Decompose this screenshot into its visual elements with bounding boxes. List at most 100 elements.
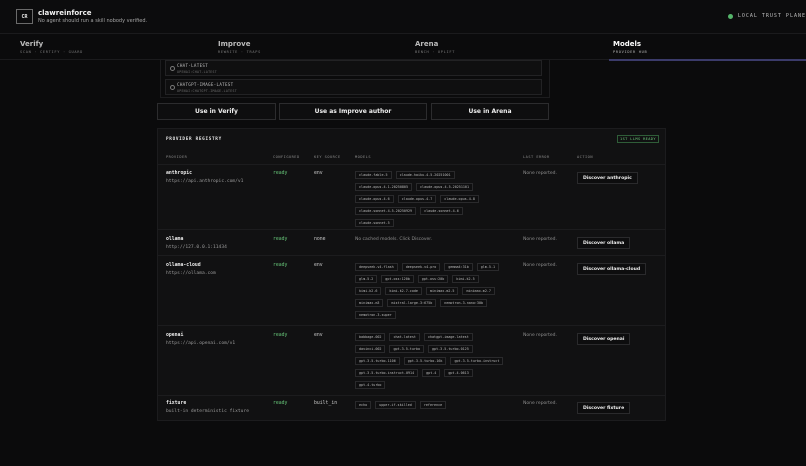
discover-anthropic-button[interactable]: Discover anthropic: [577, 172, 638, 184]
tab-title: Models: [613, 40, 642, 48]
model-chip: gpt-oss:20b: [417, 275, 449, 283]
model-chip: gpt-4: [422, 369, 441, 377]
model-chip: echo: [355, 401, 372, 409]
last-error: None reported.: [523, 401, 557, 406]
column-header: ACTION: [577, 155, 593, 159]
model-chip: gpt-oss:120b: [381, 275, 414, 283]
tab-subtitle: BENCH · UPLIFT: [415, 50, 456, 54]
key-source: built_in: [314, 401, 338, 406]
discover-fixture-button[interactable]: Discover fixture: [577, 402, 631, 414]
tab-subtitle: REWRITE · TRAPS: [218, 50, 261, 54]
divider: [158, 164, 665, 165]
tab-models[interactable]: Models PROVIDER HUB: [613, 35, 647, 60]
app-tagline: No agent should run a skill nobody verif…: [38, 18, 148, 24]
model-option-id: OPENAI:CHATGPT-IMAGE-LATEST: [177, 89, 237, 93]
model-chip: claude-opus-4-7: [397, 195, 437, 203]
use-as-improve-author-button[interactable]: Use as Improve author: [279, 103, 427, 120]
configured-status: ready: [273, 263, 288, 268]
model-chip: davinci-002: [355, 345, 386, 353]
model-chip: nemotron-3-nano:30b: [440, 299, 488, 307]
model-chips: babbage-002 chat-latest chatgpt-image-late…: [355, 333, 505, 389]
model-chip: nemotron-3-super: [355, 311, 396, 319]
column-header: MODELS: [355, 155, 371, 159]
model-chip: glm-5.1: [476, 263, 500, 271]
model-chip: claude-sonnet-4-5-20250929: [355, 207, 417, 215]
registry-title: PROVIDER REGISTRY: [166, 137, 222, 142]
model-chips: deepseek-v4-flash deepseek-v4-pro gemma4:3…: [355, 263, 505, 319]
model-chip: claude-opus-4-5-20251101: [416, 183, 473, 191]
key-source: none: [314, 237, 326, 242]
model-option[interactable]: CHAT-LATEST OPENAI:CHAT-LATEST: [165, 60, 542, 76]
radio-icon[interactable]: [170, 85, 175, 90]
model-chip: claude-opus-4-6: [355, 195, 394, 203]
model-chip: gpt-3.5-turbo: [389, 345, 425, 353]
model-chip: gpt-3.5-turbo-instruct-0914: [355, 369, 419, 377]
column-header: KEY SOURCE: [314, 155, 341, 159]
discover-ollama-button[interactable]: Discover ollama: [577, 237, 631, 249]
divider: [158, 395, 665, 396]
last-error: None reported.: [523, 263, 557, 268]
app-logo: CR: [16, 9, 33, 24]
model-chip: babbage-002: [355, 333, 386, 341]
tab-title: Improve: [218, 40, 251, 48]
provider-name: fixture: [166, 401, 187, 406]
model-chip: gemma4:31b: [444, 263, 473, 271]
divider: [158, 325, 665, 326]
radio-icon[interactable]: [170, 66, 175, 71]
key-source: env: [314, 263, 323, 268]
tab-subtitle: SCAN · CERTIFY · GUARD: [20, 50, 83, 54]
column-header: LAST ERROR: [523, 155, 550, 159]
configured-status: ready: [273, 237, 288, 242]
model-chip: claude-sonnet-4-6: [420, 207, 463, 215]
model-chip: glm-5.2: [355, 275, 378, 283]
last-error: None reported.: [523, 171, 557, 176]
model-option[interactable]: CHATGPT-IMAGE-LATEST OPENAI:CHATGPT-IMAG…: [165, 79, 542, 95]
divider: [158, 255, 665, 256]
main-nav: Verify SCAN · CERTIFY · GUARD Improve RE…: [0, 35, 806, 61]
provider-url: https://api.anthropic.com/v1: [166, 179, 244, 184]
discover-ollama-cloud-button[interactable]: Discover ollama-cloud: [577, 263, 647, 275]
model-chip: kimi-k2.5: [452, 275, 479, 283]
trust-indicator: LOCAL TRUST PLANE: [727, 13, 806, 19]
use-in-arena-button[interactable]: Use in Arena: [431, 103, 549, 120]
model-chip: minimax-m2.7: [462, 287, 495, 295]
model-chip: deepseek-v4-pro: [401, 263, 441, 271]
model-chip: chat-latest: [389, 333, 420, 341]
model-option-name: CHATGPT-IMAGE-LATEST: [177, 82, 234, 87]
status-dot-icon: [727, 13, 733, 19]
model-chip: claude-opus-4-8: [440, 195, 479, 203]
model-chip: gpt-3.5-turbo-1106: [355, 357, 400, 365]
use-in-verify-button[interactable]: Use in Verify: [157, 103, 276, 120]
model-chip: gpt-3.5-turbo-instruct: [450, 357, 504, 365]
model-chip: deepseek-v4-flash: [355, 263, 398, 271]
provider-url: http://127.0.0.1:11434: [166, 245, 227, 250]
provider-registry: PROVIDER REGISTRY 1ST LLMS READY PROVIDE…: [157, 128, 666, 421]
configured-status: ready: [273, 333, 288, 338]
model-chip: minimax-m3: [355, 299, 384, 307]
model-chip: claude-haiku-4-5-20251001: [395, 171, 455, 179]
provider-name: openai: [166, 333, 184, 338]
tab-improve[interactable]: Improve REWRITE · TRAPS: [218, 35, 261, 60]
discover-openai-button[interactable]: Discover openai: [577, 333, 631, 345]
configured-status: ready: [273, 171, 288, 176]
status-badge: 1ST LLMS READY: [617, 135, 659, 143]
column-header: CONFIGURED: [273, 155, 300, 159]
model-chip: claude-fable-5: [355, 171, 392, 179]
tab-verify[interactable]: Verify SCAN · CERTIFY · GUARD: [20, 35, 83, 60]
model-chip: gpt-4-0613: [444, 369, 473, 377]
provider-name: anthropic: [166, 171, 192, 176]
tab-title: Verify: [20, 40, 44, 48]
model-chips: claude-fable-5 claude-haiku-4-5-20251001 c…: [355, 171, 505, 227]
provider-name: ollama: [166, 237, 184, 242]
tab-arena[interactable]: Arena BENCH · UPLIFT: [415, 35, 455, 60]
app-title: clawreinforce: [38, 9, 92, 17]
active-tab-indicator: [609, 59, 806, 61]
model-chip: upper-if-skilled: [375, 401, 416, 409]
model-chip: gpt-3.5-turbo-0125: [428, 345, 473, 353]
provider-url: https://ollama.com: [166, 271, 216, 276]
model-chip: kimi-k2.7-code: [385, 287, 422, 295]
model-chip: kimi-k2.6: [355, 287, 382, 295]
model-chip: claude-sonnet-5: [355, 219, 394, 227]
model-option-name: CHAT-LATEST: [177, 63, 209, 68]
model-chip: mistral-large-3:675b: [387, 299, 437, 307]
